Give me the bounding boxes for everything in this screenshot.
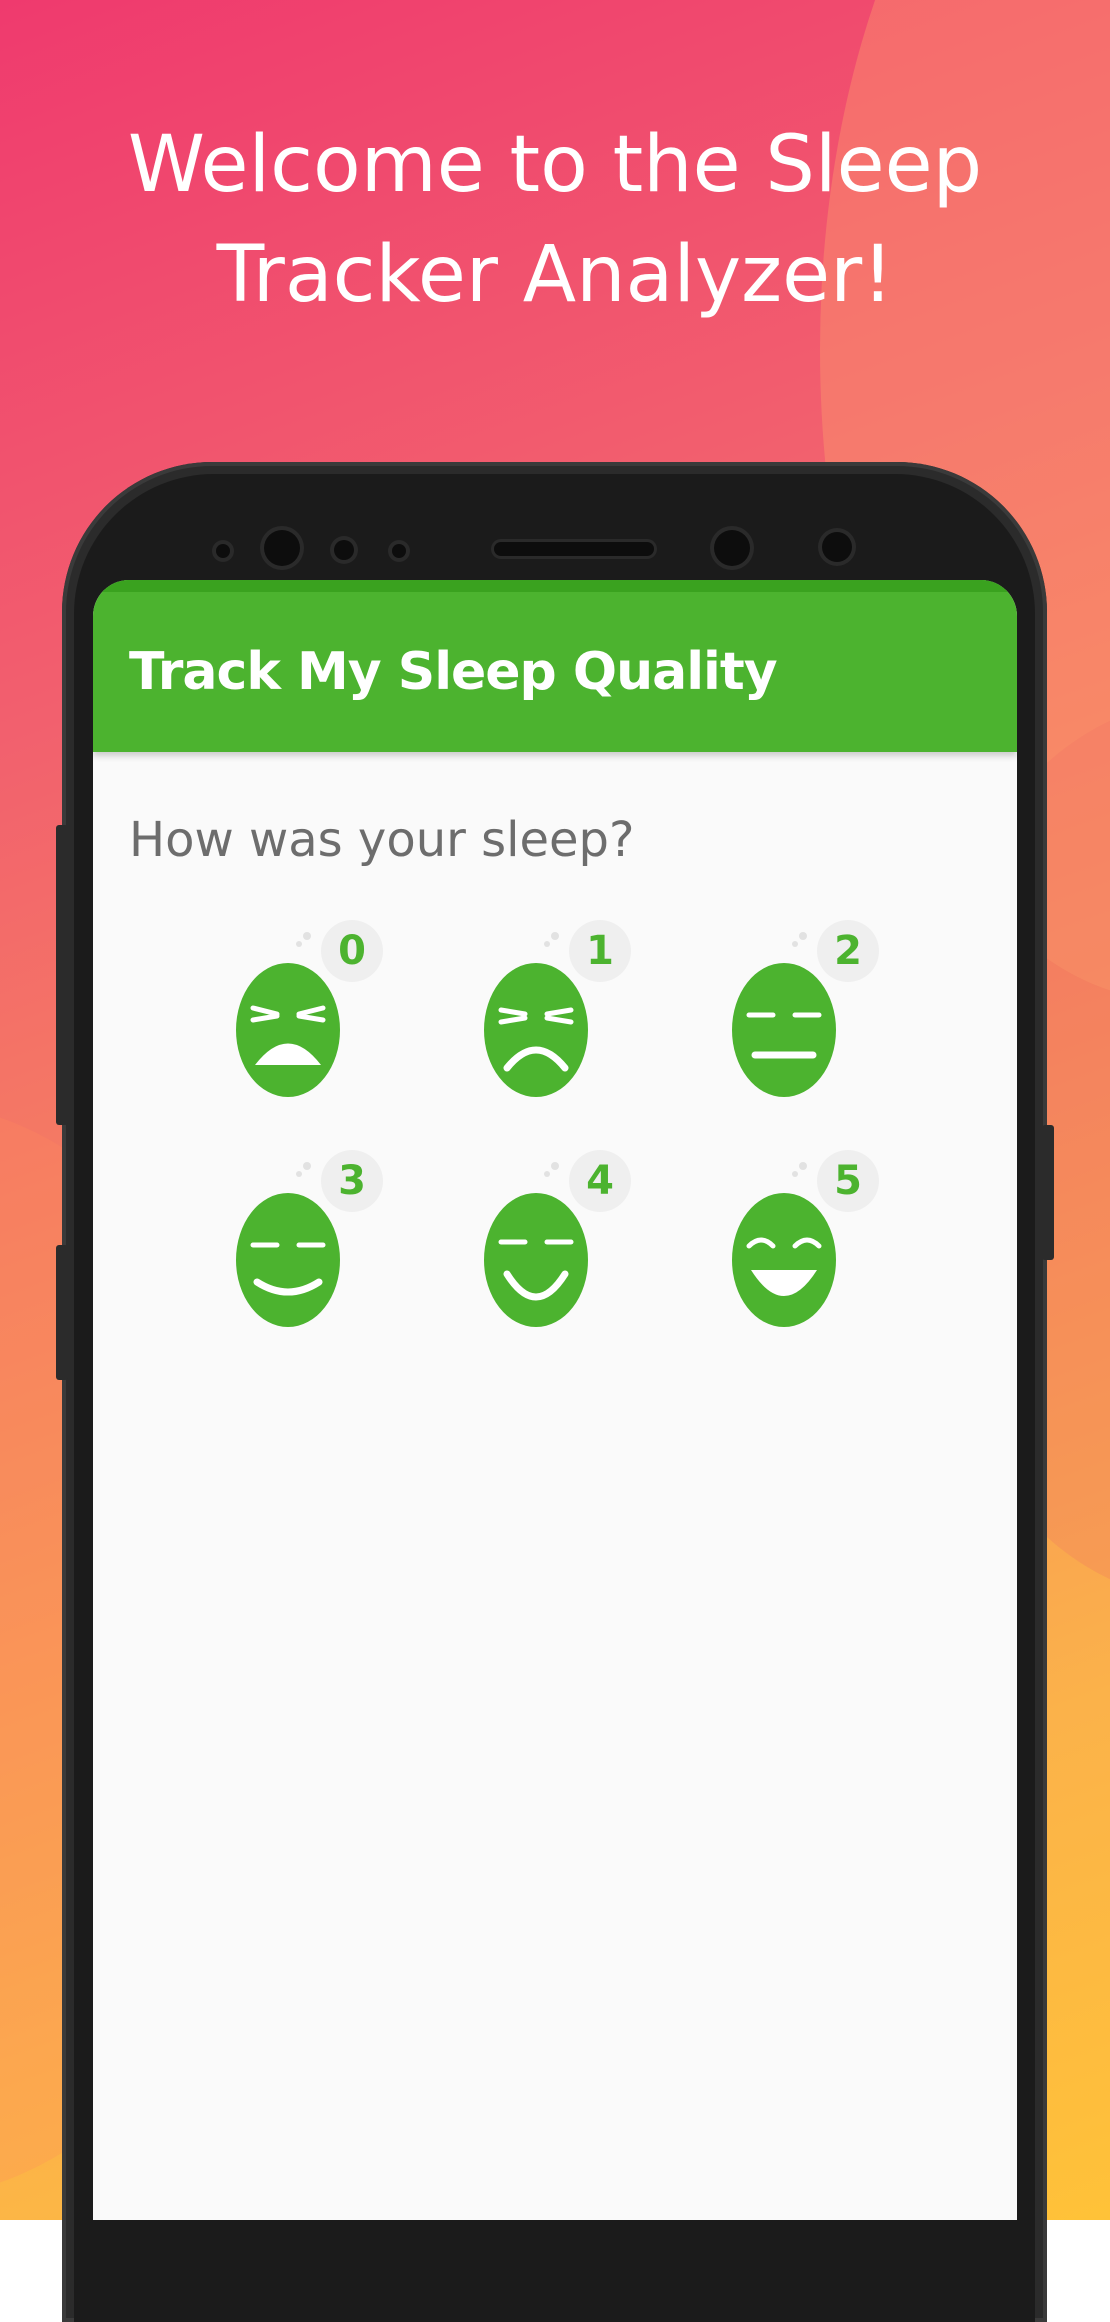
zzz-icon — [792, 1162, 807, 1177]
sleep-question: How was your sleep? — [129, 812, 635, 868]
front-camera-icon — [714, 530, 750, 566]
zzz-icon — [792, 932, 807, 947]
laugh-face-icon — [732, 1193, 836, 1327]
slight-smile-face-icon — [236, 1193, 340, 1327]
phone-side-button — [56, 1245, 68, 1380]
sensor-dot-icon — [216, 544, 230, 558]
earpiece-speaker — [494, 542, 654, 556]
zzz-icon — [544, 1162, 559, 1177]
rating-option-4[interactable]: 4 — [481, 1150, 631, 1330]
phone-side-button — [56, 825, 68, 1125]
sensor-dot-icon — [822, 532, 852, 562]
app-bar: Track My Sleep Quality — [93, 580, 1017, 752]
rating-option-5[interactable]: 5 — [729, 1150, 879, 1330]
rating-option-0[interactable]: 0 — [233, 920, 383, 1100]
bad-face-icon — [484, 963, 588, 1097]
front-camera-icon — [264, 530, 300, 566]
very-bad-face-icon — [236, 963, 340, 1097]
rating-option-2[interactable]: 2 — [729, 920, 879, 1100]
sensor-dot-icon — [334, 540, 354, 560]
zzz-icon — [544, 932, 559, 947]
headline-line-2: Tracker Analyzer! — [216, 230, 894, 320]
rating-option-3[interactable]: 3 — [233, 1150, 383, 1330]
smile-face-icon — [484, 1193, 588, 1327]
sensor-dot-icon — [392, 544, 406, 558]
rating-option-1[interactable]: 1 — [481, 920, 631, 1100]
zzz-icon — [296, 1162, 311, 1177]
app-screen: Track My Sleep Quality How was your slee… — [93, 580, 1017, 2220]
zzz-icon — [296, 932, 311, 947]
phone-side-button — [1042, 1125, 1054, 1260]
promo-headline: Welcome to the Sleep Tracker Analyzer! — [0, 110, 1110, 330]
app-bar-title: Track My Sleep Quality — [129, 642, 778, 702]
headline-line-1: Welcome to the Sleep — [127, 120, 983, 210]
neutral-face-icon — [732, 963, 836, 1097]
